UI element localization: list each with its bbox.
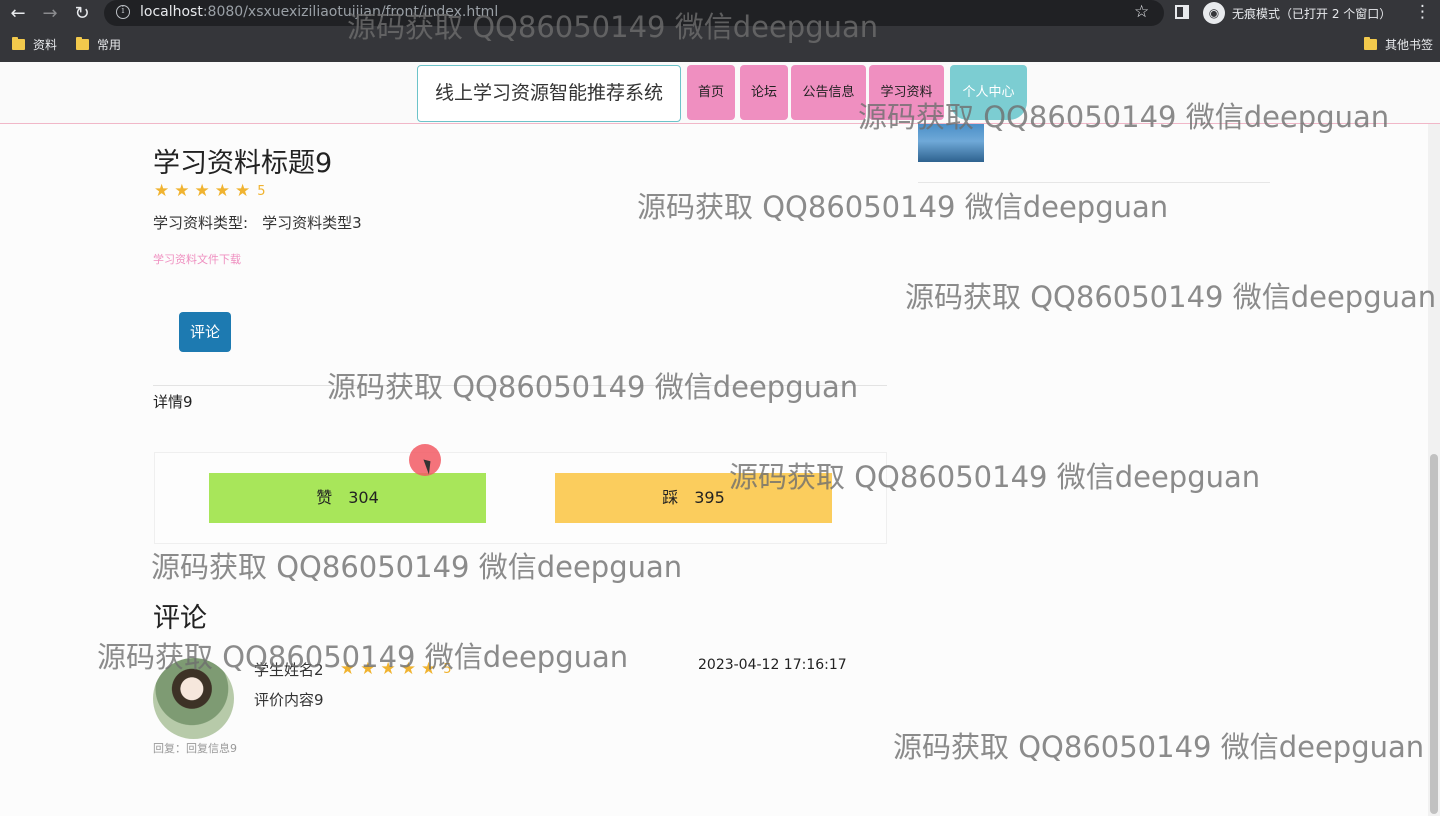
star-icon: ★ <box>235 181 251 201</box>
browser-toolbar: ← → ↻ i localhost:8080/xsxuexiziliaotuij… <box>0 0 1440 28</box>
site-header: 线上学习资源智能推荐系统 首页 论坛 公告信息 学习资料 个人中心 <box>0 62 1440 124</box>
material-rating: ★ ★ ★ ★ ★ 5 <box>154 181 266 201</box>
site-logo[interactable]: 线上学习资源智能推荐系统 <box>417 65 681 122</box>
browser-menu-icon[interactable]: ⋮ <box>1414 2 1431 22</box>
star-icon: ★ <box>214 181 230 201</box>
bookmark-folder-changyong[interactable]: 常用 <box>76 36 121 53</box>
comment-content: 评价内容9 <box>254 691 324 709</box>
bookmark-label: 其他书签 <box>1385 38 1434 52</box>
rating-value: 5 <box>257 183 266 199</box>
address-url[interactable]: localhost:8080/xsxuexiziliaotuijian/fron… <box>140 4 498 20</box>
comment-date: 2023-04-12 17:16:17 <box>698 657 847 673</box>
bookmark-star-icon[interactable]: ☆ <box>1134 2 1149 22</box>
vote-panel: 赞 304 踩 395 <box>154 452 887 544</box>
folder-icon <box>76 37 89 50</box>
nav-forum[interactable]: 论坛 <box>740 65 788 120</box>
comment-author: 学生姓名2 <box>254 661 324 679</box>
dislike-count: 395 <box>694 488 725 507</box>
browser-chrome: ← → ↻ i localhost:8080/xsxuexiziliaotuij… <box>0 0 1440 62</box>
comment-rating: ★ ★ ★ ★ ★ 5 <box>340 659 452 679</box>
url-path: :8080/xsxuexiziliaotuijian/front/index.h… <box>202 4 499 20</box>
bookmark-label: 资料 <box>33 38 58 52</box>
material-title: 学习资料标题9 <box>153 148 333 179</box>
nav-home[interactable]: 首页 <box>687 65 735 120</box>
incognito-icon: ◉ <box>1203 2 1225 24</box>
star-icon: ★ <box>194 181 210 201</box>
forward-icon[interactable]: → <box>38 2 62 26</box>
bookmarks-bar: 资料 常用 其他书签 <box>0 32 1440 58</box>
bookmark-folder-ziliao[interactable]: 资料 <box>12 36 57 53</box>
incognito-indicator[interactable]: ◉ 无痕模式（已打开 2 个窗口） <box>1203 1 1391 25</box>
divider <box>918 182 1270 183</box>
bookmark-folder-other[interactable]: 其他书签 <box>1364 36 1433 53</box>
bookmark-label: 常用 <box>97 38 122 52</box>
scrollbar-thumb[interactable] <box>1430 454 1438 814</box>
comment-reply: 回复：回复信息9 <box>153 742 237 755</box>
comments-heading: 评论 <box>153 603 207 634</box>
dislike-button[interactable]: 踩 395 <box>555 473 832 523</box>
rating-value: 5 <box>443 661 452 677</box>
site-info-icon[interactable]: i <box>116 5 130 19</box>
like-count: 304 <box>348 488 379 507</box>
incognito-label: 无痕模式（已打开 2 个窗口） <box>1232 6 1392 21</box>
related-thumbnail[interactable] <box>918 124 984 162</box>
star-icon: ★ <box>421 659 437 679</box>
nav-personal-center[interactable]: 个人中心 <box>950 65 1027 120</box>
reload-icon[interactable]: ↻ <box>70 2 94 26</box>
like-label: 赞 <box>316 488 333 507</box>
folder-icon <box>1364 37 1377 50</box>
star-icon: ★ <box>380 659 396 679</box>
dislike-label: 踩 <box>662 488 679 507</box>
star-icon: ★ <box>400 659 416 679</box>
folder-icon <box>12 37 25 50</box>
comment-button[interactable]: 评论 <box>179 312 231 352</box>
star-icon: ★ <box>174 181 190 201</box>
type-label: 学习资料类型: <box>153 214 249 232</box>
back-icon[interactable]: ← <box>6 2 30 26</box>
divider <box>153 385 887 386</box>
material-type: 学习资料类型: 学习资料类型3 <box>153 212 376 233</box>
url-host: localhost <box>140 4 203 20</box>
material-detail-page: 学习资料标题9 ★ ★ ★ ★ ★ 5 学习资料类型: 学习资料类型3 学习资料文… <box>0 124 1428 816</box>
address-bar[interactable]: i localhost:8080/xsxuexiziliaotuijian/fr… <box>104 0 1164 26</box>
like-button[interactable]: 赞 304 <box>209 473 486 523</box>
type-value: 学习资料类型3 <box>262 214 362 232</box>
side-panel-icon[interactable] <box>1175 5 1189 19</box>
page-scrollbar[interactable] <box>1428 124 1440 816</box>
file-download-link[interactable]: 学习资料文件下载 <box>153 251 241 267</box>
avatar <box>153 658 234 739</box>
material-detail: 详情9 <box>153 393 193 411</box>
nav-announcements[interactable]: 公告信息 <box>791 65 866 120</box>
star-icon: ★ <box>340 659 356 679</box>
nav-study-materials[interactable]: 学习资料 <box>869 65 944 120</box>
star-icon: ★ <box>154 181 170 201</box>
star-icon: ★ <box>360 659 376 679</box>
